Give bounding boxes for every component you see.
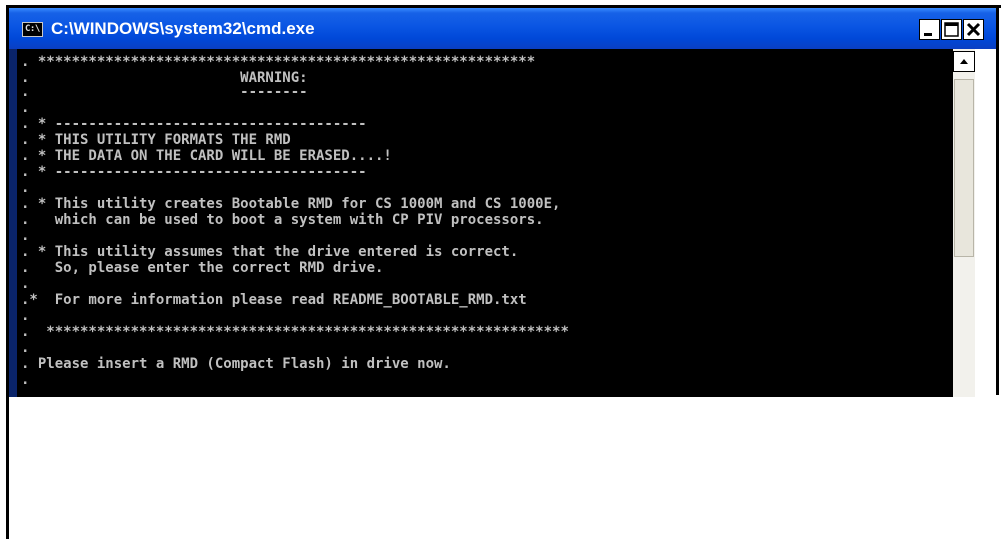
console-line: . * ------------------------------------… [21, 116, 367, 132]
console-line: . **************************************… [21, 324, 569, 340]
maximize-icon [944, 22, 959, 37]
console-output[interactable]: . **************************************… [17, 49, 953, 397]
minimize-button[interactable] [919, 19, 940, 40]
console-line: . * This utility assumes that the drive … [21, 244, 519, 260]
console-line: . [21, 180, 30, 196]
console-line: . [21, 100, 30, 116]
console-line: . **************************************… [21, 54, 536, 70]
console-line: . * THIS UTILITY FORMATS THE RMD [21, 132, 291, 148]
maximize-button[interactable] [941, 19, 962, 40]
console-app-icon[interactable]: C:\ [22, 22, 43, 37]
console-line: . [21, 340, 30, 356]
console-line: . [21, 276, 30, 292]
minimize-icon [924, 33, 932, 36]
console-line: . * THE DATA ON THE CARD WILL BE ERASED.… [21, 148, 392, 164]
console-line: . [21, 308, 30, 324]
window-title: C:\WINDOWS\system32\cmd.exe [51, 19, 315, 38]
console-line: . * This utility creates Bootable RMD fo… [21, 196, 561, 212]
arrow-up-icon [960, 59, 968, 64]
console-line: .* For more information please read READ… [21, 292, 527, 308]
console-line: . [21, 228, 30, 244]
console-line: . So, please enter the correct RMD drive… [21, 260, 384, 276]
scrollbar-thumb[interactable] [954, 79, 974, 257]
console-app-icon-label: C:\ [25, 24, 40, 34]
title-bar[interactable]: C:\ C:\WINDOWS\system32\cmd.exe [9, 8, 996, 49]
close-icon [966, 22, 981, 37]
console-line: . which can be used to boot a system wit… [21, 212, 544, 228]
console-line: . Please insert a RMD (Compact Flash) in… [21, 356, 451, 372]
page-border-right [996, 5, 999, 395]
console-line: . -------- [21, 84, 308, 100]
close-button[interactable] [963, 19, 984, 40]
scroll-up-button[interactable] [953, 51, 975, 72]
cmd-window: C:\ C:\WINDOWS\system32\cmd.exe . ******… [9, 8, 996, 397]
console-line: . [21, 372, 30, 388]
console-line: . * ------------------------------------… [21, 164, 367, 180]
vertical-scrollbar[interactable] [953, 49, 975, 397]
window-frame-right [975, 49, 996, 397]
